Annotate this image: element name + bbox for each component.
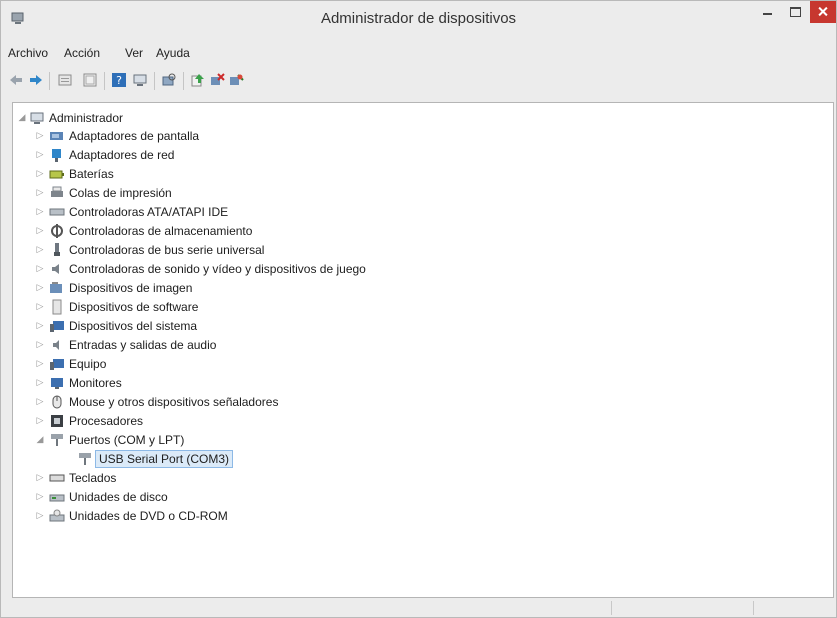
- disk-drive-icon: [49, 494, 65, 502]
- expand-arrow-icon[interactable]: ▷: [35, 262, 45, 274]
- tree-item[interactable]: ▷ Baterías: [35, 165, 435, 183]
- device-tree[interactable]: ◢ Administrador ▷ Adaptadores de pantall…: [12, 102, 834, 598]
- tree-item[interactable]: ▷ Unidades de disco: [35, 488, 435, 506]
- tree-item[interactable]: ▷ Dispositivos de software: [35, 298, 435, 316]
- menu-accion[interactable]: Acción: [64, 46, 100, 60]
- ide-controller-icon: [49, 208, 65, 216]
- tree-item-usb-serial-port[interactable]: USB Serial Port (COM3): [73, 450, 373, 468]
- system-device-icon: [50, 321, 64, 332]
- window-title: Administrador de dispositivos: [320, 10, 517, 27]
- processor-icon: [51, 415, 63, 427]
- details-icon[interactable]: [82, 72, 98, 88]
- svg-text:?: ?: [116, 74, 122, 87]
- tree-item[interactable]: ▷ Equipo: [35, 355, 435, 373]
- menu-ayuda[interactable]: Ayuda: [156, 46, 190, 60]
- computer-icon[interactable]: [132, 72, 148, 88]
- network-adapter-icon: [52, 149, 61, 162]
- monitor-icon: [51, 378, 63, 389]
- camera-icon: [50, 282, 62, 293]
- expand-arrow-icon[interactable]: ▷: [35, 338, 45, 350]
- audio-io-icon: [53, 340, 59, 350]
- storage-controller-icon: [51, 224, 63, 238]
- menu-bar: Archivo Acción Ver Ayuda: [1, 44, 836, 64]
- software-device-icon: [52, 299, 62, 315]
- maximize-button[interactable]: [782, 1, 808, 23]
- toolbar: ?: [1, 69, 836, 95]
- tree-item[interactable]: ▷ Colas de impresión: [35, 184, 435, 202]
- computer-icon: [50, 359, 64, 370]
- tree-item[interactable]: ▷ Adaptadores de red: [35, 146, 435, 164]
- uninstall-device-icon[interactable]: [228, 72, 244, 88]
- tree-item[interactable]: ▷ Dispositivos del sistema: [35, 317, 435, 335]
- tree-item[interactable]: ▷ Unidades de DVD o CD-ROM: [35, 507, 435, 525]
- title-bar[interactable]: Administrador de dispositivos: [1, 1, 836, 35]
- expand-arrow-icon[interactable]: ▷: [35, 300, 45, 312]
- forward-arrow-icon[interactable]: [28, 72, 44, 88]
- expand-arrow-icon[interactable]: ▷: [35, 167, 45, 179]
- expand-arrow-icon[interactable]: ▷: [35, 395, 45, 407]
- update-driver-icon[interactable]: [190, 72, 206, 88]
- tree-item[interactable]: ▷ Monitores: [35, 374, 435, 392]
- expand-arrow-icon[interactable]: ▷: [35, 148, 45, 160]
- scan-hardware-icon[interactable]: [161, 72, 177, 88]
- dvd-drive-icon: [49, 509, 65, 522]
- tree-item[interactable]: ▷ Mouse y otros dispositivos señaladores: [35, 393, 435, 411]
- expand-arrow-icon[interactable]: ▷: [35, 471, 45, 483]
- battery-icon: [49, 170, 64, 179]
- speaker-icon: [52, 264, 59, 274]
- tree-item[interactable]: ▷ Controladoras de bus serie universal: [35, 241, 435, 259]
- expand-arrow-icon[interactable]: ▷: [35, 376, 45, 388]
- tree-root-label: Administrador: [49, 111, 124, 125]
- expand-arrow-icon[interactable]: ▷: [35, 224, 45, 236]
- port-icon: [79, 453, 91, 465]
- close-button[interactable]: [810, 1, 836, 23]
- expand-arrow-icon[interactable]: ▷: [35, 186, 45, 198]
- tree-item[interactable]: ▷ Dispositivos de imagen: [35, 279, 435, 297]
- expand-arrow-icon[interactable]: ▷: [35, 490, 45, 502]
- menu-ver[interactable]: Ver: [125, 46, 143, 60]
- tree-item-ports[interactable]: ◢ Puertos (COM y LPT): [35, 431, 435, 449]
- expand-arrow-icon[interactable]: ▷: [35, 509, 45, 521]
- menu-archivo[interactable]: Archivo: [8, 46, 48, 60]
- tree-item[interactable]: ▷ Procesadores: [35, 412, 435, 430]
- collapse-arrow-icon[interactable]: ◢: [17, 111, 27, 123]
- properties-icon[interactable]: [57, 72, 73, 88]
- disable-device-icon[interactable]: [209, 72, 225, 88]
- tree-item[interactable]: ▷ Teclados: [35, 469, 435, 487]
- tree-item[interactable]: ▷ Controladoras ATA/ATAPI IDE: [35, 203, 435, 221]
- expand-arrow-icon[interactable]: ▷: [35, 414, 45, 426]
- display-adapter-icon: [50, 132, 63, 140]
- status-divider: [753, 601, 754, 615]
- expand-arrow-icon[interactable]: ▷: [35, 319, 45, 331]
- printer-icon: [51, 186, 63, 197]
- tree-item[interactable]: ▷ Adaptadores de pantalla: [35, 127, 435, 145]
- tree-item[interactable]: ▷ Entradas y salidas de audio: [35, 336, 435, 354]
- port-icon: [51, 434, 63, 446]
- tree-root[interactable]: ◢ Administrador: [17, 109, 317, 127]
- usb-icon: [54, 243, 60, 256]
- collapse-arrow-icon[interactable]: ◢: [35, 433, 45, 445]
- device-manager-window: Administrador de dispositivos Archivo Ac…: [0, 0, 837, 618]
- back-arrow-icon[interactable]: [8, 72, 24, 88]
- help-icon[interactable]: ?: [111, 72, 127, 88]
- computer-icon: [30, 112, 44, 124]
- status-bar: [1, 599, 836, 617]
- tree-item[interactable]: ▷ Controladoras de sonido y vídeo y disp…: [35, 260, 535, 278]
- minimize-button[interactable]: [754, 1, 780, 23]
- mouse-icon: [52, 395, 62, 409]
- keyboard-icon: [49, 474, 65, 482]
- expand-arrow-icon[interactable]: ▷: [35, 281, 45, 293]
- expand-arrow-icon[interactable]: ▷: [35, 205, 45, 217]
- expand-arrow-icon[interactable]: ▷: [35, 129, 45, 141]
- expand-arrow-icon[interactable]: ▷: [35, 243, 45, 255]
- status-divider: [611, 601, 612, 615]
- expand-arrow-icon[interactable]: ▷: [35, 357, 45, 369]
- tree-item[interactable]: ▷ Controladoras de almacenamiento: [35, 222, 435, 240]
